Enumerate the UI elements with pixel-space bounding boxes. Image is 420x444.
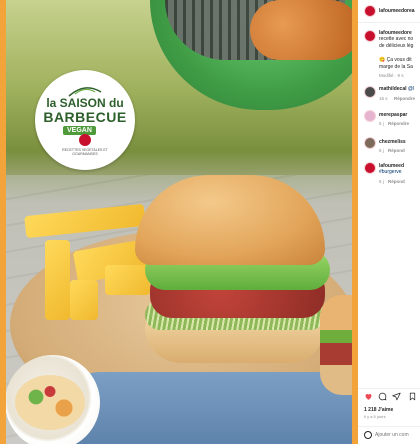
- logo-vegan-badge: VEGAN: [63, 126, 96, 135]
- reply-button[interactable]: Répondre: [394, 96, 415, 101]
- comment-time: 5 j: [379, 148, 384, 153]
- bookmark-icon[interactable]: [408, 392, 417, 401]
- emoji-icon[interactable]: [364, 431, 372, 439]
- post-sidebar: lafoumeedorea lafoumeedore recette avec …: [358, 0, 420, 444]
- caption-line: 😋 Ça vous dit: [379, 57, 412, 63]
- comment-username[interactable]: merepaspar: [379, 112, 407, 118]
- share-icon[interactable]: [392, 392, 401, 401]
- comment-username[interactable]: mathildecal: [379, 86, 407, 92]
- like-count[interactable]: 1 218 J'aime: [364, 407, 393, 413]
- post-username[interactable]: lafoumeedorea: [379, 8, 415, 14]
- reply-button[interactable]: Répondre: [388, 121, 409, 126]
- reply-button[interactable]: Répond: [388, 148, 405, 153]
- comment-icon[interactable]: [378, 392, 387, 401]
- blue-cloth: [60, 372, 358, 444]
- hashtag-link[interactable]: #burgerve: [379, 169, 402, 175]
- comment-item: mathildecal @l: [379, 86, 414, 93]
- comment-input[interactable]: [375, 432, 419, 438]
- avatar[interactable]: [364, 86, 376, 98]
- comment-time: 16 s: [379, 96, 388, 101]
- post-date: Il y a 5 jours: [364, 414, 386, 419]
- caption-line: marge de la Sa: [379, 64, 413, 70]
- caption-meta: Modifié · 9 s: [379, 73, 404, 78]
- logo-line-2: BARBECUE: [43, 109, 127, 125]
- potato-wedge: [70, 280, 98, 320]
- avatar[interactable]: [364, 162, 376, 174]
- salad: [15, 375, 85, 430]
- heart-icon[interactable]: [364, 392, 373, 401]
- caption-line: de délicieux lég: [379, 43, 414, 49]
- brand-seal-icon: [79, 134, 91, 146]
- comment-username[interactable]: chezmeliss: [379, 139, 406, 145]
- post-header: lafoumeedorea: [358, 0, 420, 23]
- avatar[interactable]: [364, 5, 376, 17]
- saison-barbecue-logo: la SAISON du BARBECUE VEGAN RECETTES VEG…: [35, 70, 135, 170]
- potato-wedge: [105, 265, 150, 295]
- logo-subtitle: RECETTES VEGETALES ET GOURMANDES: [62, 148, 108, 156]
- caption-line: recette avec no: [379, 36, 414, 42]
- reply-button[interactable]: Répond: [388, 179, 405, 184]
- comment-text: #burgerve: [379, 169, 402, 176]
- potato-wedge: [45, 240, 70, 320]
- comment-text[interactable]: @l: [408, 86, 414, 92]
- comment-time: 5 j: [379, 121, 384, 126]
- photo-frame-left: [0, 0, 6, 444]
- avatar[interactable]: [364, 137, 376, 149]
- avatar[interactable]: [364, 110, 376, 122]
- avatar[interactable]: [364, 30, 376, 42]
- post-photo[interactable]: la SAISON du BARBECUE VEGAN RECETTES VEG…: [0, 0, 358, 444]
- grill-food: [250, 0, 358, 60]
- comment-time: 5 j: [379, 179, 384, 184]
- logo-line-1: la SAISON du: [46, 96, 124, 110]
